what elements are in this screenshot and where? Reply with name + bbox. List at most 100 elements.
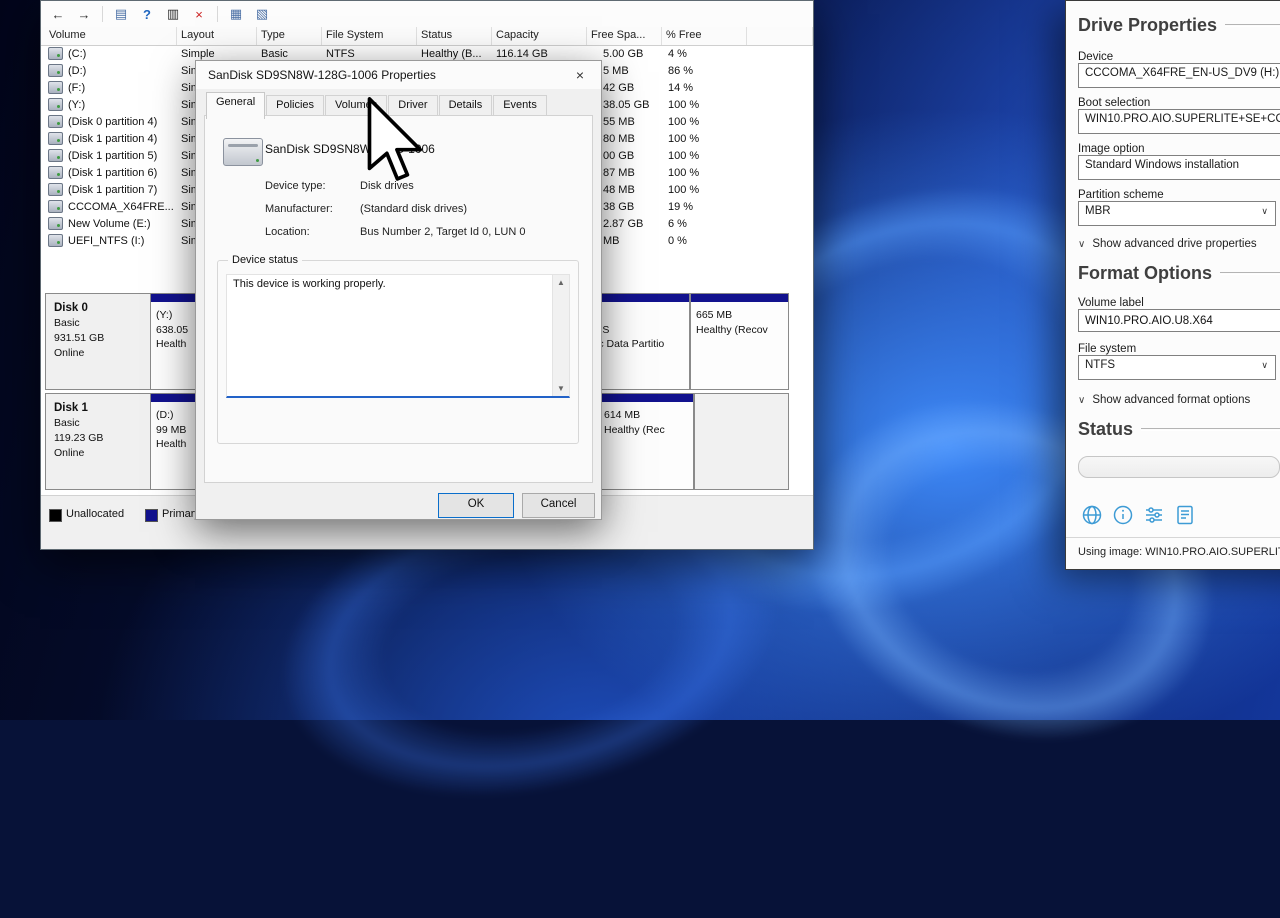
- file-system-select[interactable]: NTFS∨: [1078, 355, 1276, 380]
- back-icon[interactable]: ←: [46, 3, 70, 25]
- show-advanced-drive-properties[interactable]: ∨ Show advanced drive properties: [1078, 238, 1257, 250]
- column-header-layout[interactable]: Layout: [177, 27, 257, 45]
- volume-icon: [48, 200, 63, 213]
- heading-rule: [1225, 24, 1280, 27]
- volume-icon: [48, 115, 63, 128]
- help-icon[interactable]: ?: [135, 3, 159, 25]
- delete-volume-icon[interactable]: ×: [187, 3, 211, 25]
- pct-cell: 86 %: [662, 65, 747, 77]
- chevron-down-icon: ∨: [1261, 360, 1268, 371]
- empty-region[interactable]: [694, 394, 789, 489]
- mouse-cursor: [364, 95, 428, 187]
- field-label: Device type:: [265, 180, 326, 192]
- language-icon[interactable]: [1080, 503, 1104, 527]
- device-label: Device: [1078, 51, 1113, 63]
- partition-region[interactable]: 614 MB Healthy (Rec: [598, 394, 694, 489]
- device-status-group: Device status This device is working pro…: [217, 260, 579, 444]
- partition-region[interactable]: 665 MB Healthy (Recov: [690, 294, 789, 389]
- volume-table-header: Volume Layout Type File System Status Ca…: [41, 27, 813, 46]
- volume-icon: [48, 149, 63, 162]
- heading-rule: [1220, 272, 1280, 275]
- close-icon[interactable]: ×: [565, 65, 595, 85]
- pct-cell: 6 %: [662, 218, 747, 230]
- show-advanced-format-options[interactable]: ∨ Show advanced format options: [1078, 394, 1250, 406]
- progress-bar: [1078, 456, 1280, 478]
- volume-icon: [48, 98, 63, 111]
- toolbar-separator: [102, 6, 103, 22]
- volume-cell: (Disk 1 partition 5): [41, 149, 177, 162]
- fs-cell: NTFS: [322, 48, 417, 60]
- volume-cell: (F:): [41, 81, 177, 94]
- status-heading: Status: [1078, 419, 1280, 440]
- column-header-volume[interactable]: Volume: [41, 27, 177, 45]
- file-system-label: File system: [1078, 343, 1136, 355]
- volume-icon: [48, 81, 63, 94]
- volume-label-input[interactable]: [1078, 309, 1280, 332]
- bottom-view-icon[interactable]: ▧: [250, 3, 274, 25]
- partition-scheme-label: Partition scheme: [1078, 189, 1164, 201]
- status-cell: Healthy (B...: [417, 48, 492, 60]
- drive-properties-heading: Drive Properties: [1078, 15, 1280, 36]
- column-header-status[interactable]: Status: [417, 27, 492, 45]
- pct-cell: 100 %: [662, 150, 747, 162]
- group-label: Device status: [228, 254, 302, 266]
- scroll-up-icon[interactable]: ▲: [553, 278, 569, 287]
- device-select[interactable]: CCCOMA_X64FRE_EN-US_DV9 (H:) [1∨: [1078, 63, 1280, 88]
- device-status-text: This device is working properly.: [227, 275, 569, 293]
- volume-cell: (Disk 1 partition 6): [41, 166, 177, 179]
- scroll-down-icon[interactable]: ▼: [553, 384, 569, 393]
- disk-drive-icon: [223, 138, 263, 166]
- scrollbar[interactable]: ▲ ▼: [552, 275, 569, 396]
- capacity-cell: 116.14 GB: [492, 48, 587, 60]
- type-cell: Basic: [257, 48, 322, 60]
- column-header-filler: [747, 27, 813, 45]
- forward-icon[interactable]: →: [72, 3, 96, 25]
- volume-icon: [48, 132, 63, 145]
- log-icon[interactable]: [1173, 503, 1197, 527]
- toolbar-separator: [217, 6, 218, 22]
- disk-list-icon[interactable]: ▥: [161, 3, 185, 25]
- heading-rule: [1141, 428, 1280, 431]
- partition-scheme-select[interactable]: MBR∨: [1078, 201, 1276, 226]
- dialog-titlebar[interactable]: SanDisk SD9SN8W-128G-1006 Properties ×: [196, 61, 601, 89]
- tab-general[interactable]: General: [206, 92, 265, 119]
- volume-cell: New Volume (E:): [41, 217, 177, 230]
- partition-color-strip: [599, 394, 693, 402]
- column-header-freespace[interactable]: Free Spa...: [587, 27, 662, 45]
- settings-icon[interactable]: [1142, 503, 1166, 527]
- volume-cell: (Disk 0 partition 4): [41, 115, 177, 128]
- boot-selection-label: Boot selection: [1078, 97, 1150, 109]
- info-icon[interactable]: [1111, 503, 1135, 527]
- field-value: Bus Number 2, Target Id 0, LUN 0: [360, 226, 526, 238]
- chevron-down-icon: ∨: [1078, 239, 1085, 250]
- column-header-pctfree[interactable]: % Free: [662, 27, 747, 45]
- volume-cell: (Disk 1 partition 4): [41, 132, 177, 145]
- image-option-select[interactable]: Standard Windows installation∨: [1078, 155, 1280, 180]
- details-view-icon[interactable]: ▤: [109, 3, 133, 25]
- pct-cell: 100 %: [662, 184, 747, 196]
- column-header-capacity[interactable]: Capacity: [492, 27, 587, 45]
- image-option-label: Image option: [1078, 143, 1145, 155]
- column-header-filesystem[interactable]: File System: [322, 27, 417, 45]
- ok-button[interactable]: OK: [438, 493, 514, 518]
- disk-management-toolbar: ← → ▤ ? ▥ × ▦ ▧: [41, 1, 813, 28]
- pct-cell: 19 %: [662, 201, 747, 213]
- volume-cell: (D:): [41, 64, 177, 77]
- partition-region[interactable]: FS ic Data Partitio: [590, 294, 690, 389]
- boot-selection-select[interactable]: WIN10.PRO.AIO.SUPERLITE+SE+COM∨: [1078, 109, 1280, 134]
- field-value: (Standard disk drives): [360, 203, 467, 215]
- cancel-button[interactable]: Cancel: [522, 493, 595, 518]
- device-status-textbox[interactable]: This device is working properly. ▲ ▼: [226, 274, 570, 398]
- top-view-icon[interactable]: ▦: [224, 3, 248, 25]
- disk-header[interactable]: Disk 1 Basic 119.23 GB Online: [46, 394, 157, 489]
- disk-header[interactable]: Disk 0 Basic 931.51 GB Online: [46, 294, 157, 389]
- volume-cell: (Disk 1 partition 7): [41, 183, 177, 196]
- rufus-window: Drive Properties Device CCCOMA_X64FRE_EN…: [1065, 0, 1280, 570]
- volume-cell: UEFI_NTFS (I:): [41, 234, 177, 247]
- volume-icon: [48, 166, 63, 179]
- format-options-heading: Format Options: [1078, 263, 1280, 284]
- column-header-type[interactable]: Type: [257, 27, 322, 45]
- volume-cell: (Y:): [41, 98, 177, 111]
- pct-cell: 4 %: [662, 48, 747, 60]
- volume-icon: [48, 183, 63, 196]
